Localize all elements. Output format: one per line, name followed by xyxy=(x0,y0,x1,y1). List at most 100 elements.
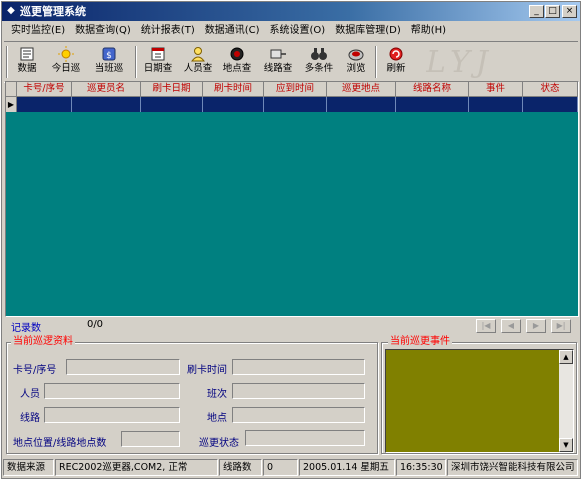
record-count-label: 记录数 xyxy=(11,323,41,334)
table-cell[interactable] xyxy=(72,97,141,112)
patrol-status-label: 巡更状态 xyxy=(199,438,239,449)
minimize-button[interactable]: _ xyxy=(529,5,544,18)
person-field[interactable] xyxy=(44,383,180,399)
route-icon xyxy=(270,49,286,59)
browse-label: 浏览 xyxy=(346,63,366,74)
column-header-swipe-date[interactable]: 刷卡日期 xyxy=(141,82,203,97)
location-query-button[interactable]: 地点查 xyxy=(219,45,255,79)
record-count-value: 0/0 xyxy=(47,319,143,332)
shift-label: 班次 xyxy=(207,389,227,400)
close-button[interactable]: × xyxy=(562,5,577,18)
menu-realtime-monitor[interactable]: 实时监控(E) xyxy=(6,22,70,39)
person-icon xyxy=(190,47,206,62)
table-row[interactable]: ▶ xyxy=(6,97,578,112)
column-header-swipe-time[interactable]: 刷卡时间 xyxy=(203,82,264,97)
table-cell[interactable] xyxy=(203,97,264,112)
route-field[interactable] xyxy=(44,407,180,423)
menu-bar: 实时监控(E) 数据查询(Q) 统计报表(T) 数据通讯(C) 系统设置(O) … xyxy=(2,21,580,40)
data-icon xyxy=(20,47,34,61)
prev-record-button[interactable]: ◀ xyxy=(501,319,521,333)
current-event-title: 当前巡更事件 xyxy=(388,336,452,348)
app-icon: ◆ xyxy=(7,5,15,16)
route-query-label: 线路查 xyxy=(263,63,293,74)
toolbar-separator xyxy=(375,46,377,78)
table-cell[interactable] xyxy=(327,97,396,112)
current-patrol-title: 当前巡逻资料 xyxy=(11,336,75,348)
column-header-route-name[interactable]: 线路名称 xyxy=(396,82,469,97)
toolbar-separator xyxy=(135,46,137,78)
multi-condition-label: 多条件 xyxy=(304,63,334,74)
location-position-label: 地点位置/线路地点数 xyxy=(13,438,107,449)
person-label: 人员 xyxy=(20,389,40,400)
window-title: 巡更管理系统 xyxy=(20,5,86,18)
multi-condition-button[interactable]: 多条件 xyxy=(300,45,338,79)
menu-help[interactable]: 帮助(H) xyxy=(406,22,451,39)
column-header-event[interactable]: 事件 xyxy=(469,82,523,97)
table-cell[interactable] xyxy=(396,97,469,112)
toolbar-separator xyxy=(6,46,8,78)
shift-patrol-button[interactable]: $ 当班巡 xyxy=(90,45,128,79)
date-query-button[interactable]: 日期查 xyxy=(140,45,176,79)
swipe-time-field[interactable] xyxy=(232,359,365,375)
grid-header-corner xyxy=(6,82,17,97)
card-label: 卡号/序号 xyxy=(13,365,57,376)
table-cell[interactable] xyxy=(523,97,578,112)
location-query-label: 地点查 xyxy=(222,63,252,74)
table-cell[interactable] xyxy=(141,97,203,112)
route-query-button[interactable]: 线路查 xyxy=(259,45,297,79)
next-record-button[interactable]: ▶ xyxy=(526,319,546,333)
menu-database-management[interactable]: 数据库管理(D) xyxy=(330,22,406,39)
logo-watermark: LYJ xyxy=(426,45,494,80)
location-label: 地点 xyxy=(207,413,227,424)
table-cell[interactable] xyxy=(469,97,523,112)
scroll-up-icon[interactable]: ▲ xyxy=(559,350,573,364)
route-count-value: 0 xyxy=(263,459,298,476)
current-patrol-group: 当前巡逻资料 卡号/序号 刷卡时间 人员 班次 线路 地点 地点位置/线路地点数… xyxy=(6,336,378,454)
current-event-text[interactable]: ▲ ▼ xyxy=(385,349,574,453)
table-cell[interactable] xyxy=(17,97,72,112)
menu-statistics-report[interactable]: 统计报表(T) xyxy=(136,22,200,39)
calendar-icon xyxy=(151,47,165,61)
card-field[interactable] xyxy=(66,359,180,375)
first-record-button[interactable]: |◀ xyxy=(476,319,496,333)
person-query-button[interactable]: 人员查 xyxy=(180,45,216,79)
today-patrol-button[interactable]: 今日巡 xyxy=(48,45,84,79)
svg-text:$: $ xyxy=(106,51,112,61)
refresh-button[interactable]: 刷新 xyxy=(381,45,411,79)
location-position-field[interactable] xyxy=(121,431,180,447)
today-patrol-label: 今日巡 xyxy=(51,63,81,74)
patrol-records-grid[interactable]: 卡号/序号 巡更员名 刷卡日期 刷卡时间 应到时间 巡更地点 线路名称 事件 状… xyxy=(5,81,579,317)
data-button[interactable]: 数据 xyxy=(13,45,41,79)
swipe-time-label: 刷卡时间 xyxy=(187,365,227,376)
record-navigator: 记录数 0/0 |◀ ◀ ▶ ▶| xyxy=(5,318,579,334)
browse-icon xyxy=(348,49,364,61)
company-name: 深圳市饶兴智能科技有限公司 xyxy=(447,459,578,476)
scroll-down-icon[interactable]: ▼ xyxy=(559,438,573,452)
route-count-label: 线路数 xyxy=(219,459,262,476)
last-record-button[interactable]: ▶| xyxy=(551,319,571,333)
main-window: ◆ 巡更管理系统 _ □ × 实时监控(E) 数据查询(Q) 统计报表(T) 数… xyxy=(1,1,581,479)
column-header-status[interactable]: 状态 xyxy=(523,82,578,97)
grid-header: 卡号/序号 巡更员名 刷卡日期 刷卡时间 应到时间 巡更地点 线路名称 事件 状… xyxy=(6,82,578,97)
data-source-label: 数据来源 xyxy=(3,459,54,476)
column-header-location[interactable]: 巡更地点 xyxy=(327,82,396,97)
shift-field[interactable] xyxy=(232,383,365,399)
browse-button[interactable]: 浏览 xyxy=(342,45,370,79)
route-label: 线路 xyxy=(20,413,40,424)
title-bar[interactable]: ◆ 巡更管理系统 _ □ × xyxy=(2,2,580,21)
patrol-status-field[interactable] xyxy=(245,430,365,446)
column-header-due-time[interactable]: 应到时间 xyxy=(264,82,327,97)
event-scrollbar[interactable]: ▲ ▼ xyxy=(559,350,573,452)
menu-data-communication[interactable]: 数据通讯(C) xyxy=(200,22,265,39)
location-field[interactable] xyxy=(232,407,365,423)
status-bar: 数据来源 REC2002巡更器,COM2, 正常 线路数 0 2005.01.1… xyxy=(2,458,580,477)
menu-system-settings[interactable]: 系统设置(O) xyxy=(265,22,331,39)
maximize-button[interactable]: □ xyxy=(545,5,560,18)
person-query-label: 人员查 xyxy=(183,63,213,74)
menu-data-query[interactable]: 数据查询(Q) xyxy=(70,22,136,39)
column-header-guard-name[interactable]: 巡更员名 xyxy=(72,82,141,97)
date-query-label: 日期查 xyxy=(143,63,173,74)
column-header-card[interactable]: 卡号/序号 xyxy=(17,82,72,97)
table-cell[interactable] xyxy=(264,97,327,112)
sun-icon xyxy=(58,46,74,62)
